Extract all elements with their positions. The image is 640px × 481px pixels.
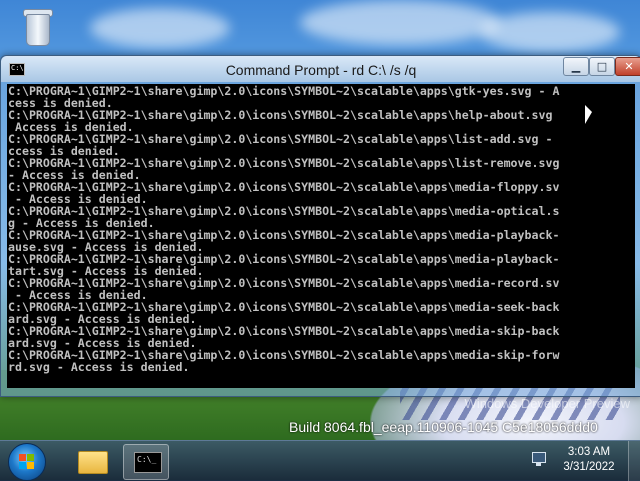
taskbar-explorer-button[interactable]: [70, 444, 114, 478]
console-lines: C:\PROGRA~1\GIMP2~1\share\gimp\2.0\icons…: [7, 84, 635, 373]
show-desktop-button[interactable]: [628, 441, 640, 481]
desktop-cloud: [480, 12, 620, 52]
console-line: rd.svg - Access is denied.: [8, 360, 190, 374]
desktop-cloud: [300, 0, 500, 45]
taskbar: C:\_ 3:03 AM 3/31/2022: [0, 440, 640, 481]
folder-icon: [78, 451, 108, 474]
maximize-button[interactable]: □: [589, 57, 615, 76]
console-output[interactable]: C:\PROGRA~1\GIMP2~1\share\gimp\2.0\icons…: [7, 84, 635, 388]
desktop-cloud: [90, 8, 230, 48]
taskbar-command-prompt-button[interactable]: C:\_: [123, 444, 169, 480]
desktop-watermark-edition: Windows Developer Preview: [464, 396, 630, 411]
cmd-icon: C:\_: [134, 452, 162, 473]
recycle-bin-icon[interactable]: [18, 4, 56, 50]
window-titlebar[interactable]: C:\ Command Prompt - rd C:\ /s /q ▁ □ ✕: [1, 56, 640, 82]
windows-logo-icon: [19, 454, 35, 470]
window-title: Command Prompt - rd C:\ /s /q: [225, 62, 417, 78]
close-button[interactable]: ✕: [615, 57, 640, 76]
clock-time: 3:03 AM: [567, 446, 611, 458]
clock-date: 3/31/2022: [563, 461, 615, 473]
mouse-pointer-icon: [585, 105, 592, 124]
desktop-watermark-build: Build 8064.fbl_eeap.110906-1045 C5e18056…: [289, 419, 598, 435]
recycle-bin-body: [26, 14, 50, 46]
cmd-icon-text: C:\_: [137, 455, 157, 464]
network-icon[interactable]: [531, 451, 547, 467]
start-button[interactable]: [8, 443, 46, 481]
system-clock[interactable]: 3:03 AM 3/31/2022: [556, 445, 622, 475]
minimize-button[interactable]: ▁: [563, 57, 589, 76]
command-prompt-window[interactable]: C:\ Command Prompt - rd C:\ /s /q ▁ □ ✕ …: [0, 55, 640, 397]
